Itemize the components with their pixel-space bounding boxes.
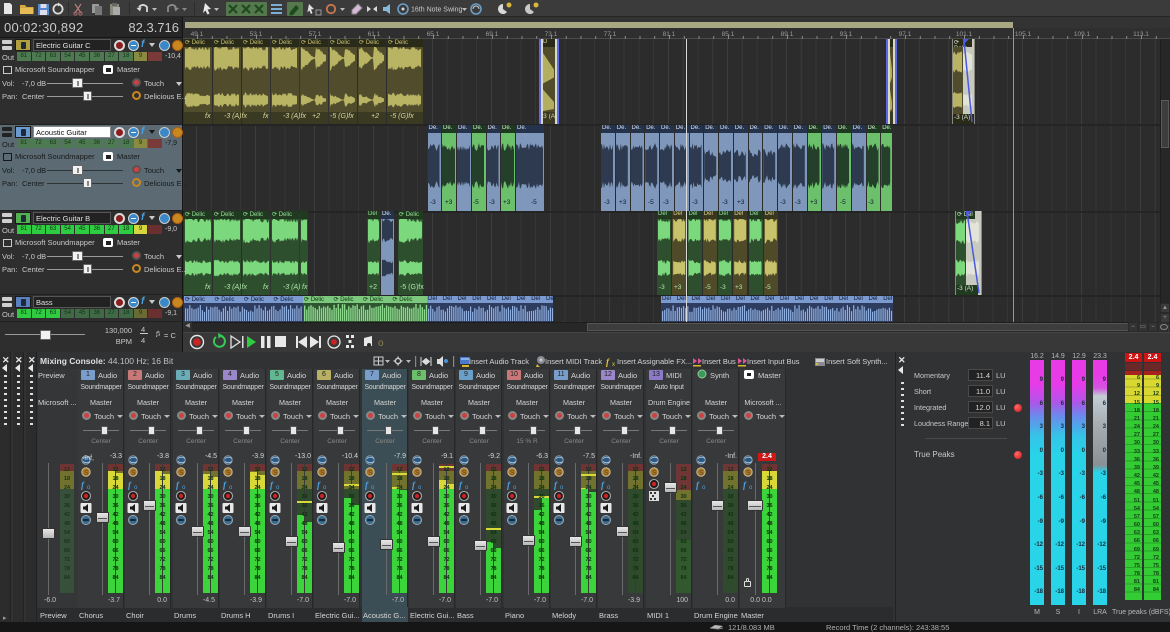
svg-text:f: f bbox=[696, 480, 700, 490]
svg-text:S: S bbox=[226, 470, 231, 477]
svg-text:S: S bbox=[131, 470, 136, 477]
svg-text:S: S bbox=[462, 470, 467, 477]
svg-text:S: S bbox=[320, 470, 325, 477]
svg-text:o: o bbox=[560, 485, 564, 491]
svg-text:f: f bbox=[81, 480, 85, 490]
svg-text:f: f bbox=[412, 480, 416, 490]
svg-text:f: f bbox=[128, 480, 132, 490]
svg-text:f: f bbox=[507, 480, 511, 490]
svg-text:f: f bbox=[223, 480, 227, 490]
svg-text:f: f bbox=[176, 480, 180, 490]
svg-text:S: S bbox=[699, 470, 704, 477]
svg-text:o: o bbox=[607, 485, 611, 491]
svg-text:S: S bbox=[415, 470, 420, 477]
svg-text:S: S bbox=[179, 470, 184, 477]
svg-text:o: o bbox=[182, 485, 186, 491]
svg-text:o: o bbox=[87, 485, 91, 491]
svg-text:S: S bbox=[652, 470, 657, 477]
svg-text:f: f bbox=[270, 480, 274, 490]
svg-text:f: f bbox=[317, 480, 321, 490]
svg-text:S: S bbox=[368, 470, 373, 477]
svg-text:f: f bbox=[365, 480, 369, 490]
svg-text:o: o bbox=[749, 485, 753, 491]
svg-text:S: S bbox=[510, 470, 515, 477]
svg-text:S: S bbox=[84, 470, 89, 477]
svg-text:o: o bbox=[513, 485, 517, 491]
svg-text:f: f bbox=[601, 480, 605, 490]
svg-text:S: S bbox=[746, 470, 751, 477]
svg-text:f: f bbox=[743, 480, 747, 490]
svg-text:S: S bbox=[604, 470, 609, 477]
svg-text:S: S bbox=[557, 470, 562, 477]
svg-text:f: f bbox=[459, 480, 463, 490]
svg-text:o: o bbox=[702, 485, 706, 491]
svg-text:o: o bbox=[276, 485, 280, 491]
svg-text:o: o bbox=[229, 485, 233, 491]
svg-text:o: o bbox=[134, 485, 138, 491]
svg-text:o: o bbox=[418, 485, 422, 491]
svg-text:o: o bbox=[323, 485, 327, 491]
svg-text:f: f bbox=[554, 480, 558, 490]
svg-text:o: o bbox=[371, 485, 375, 491]
svg-text:o: o bbox=[465, 485, 469, 491]
svg-text:S: S bbox=[273, 470, 278, 477]
